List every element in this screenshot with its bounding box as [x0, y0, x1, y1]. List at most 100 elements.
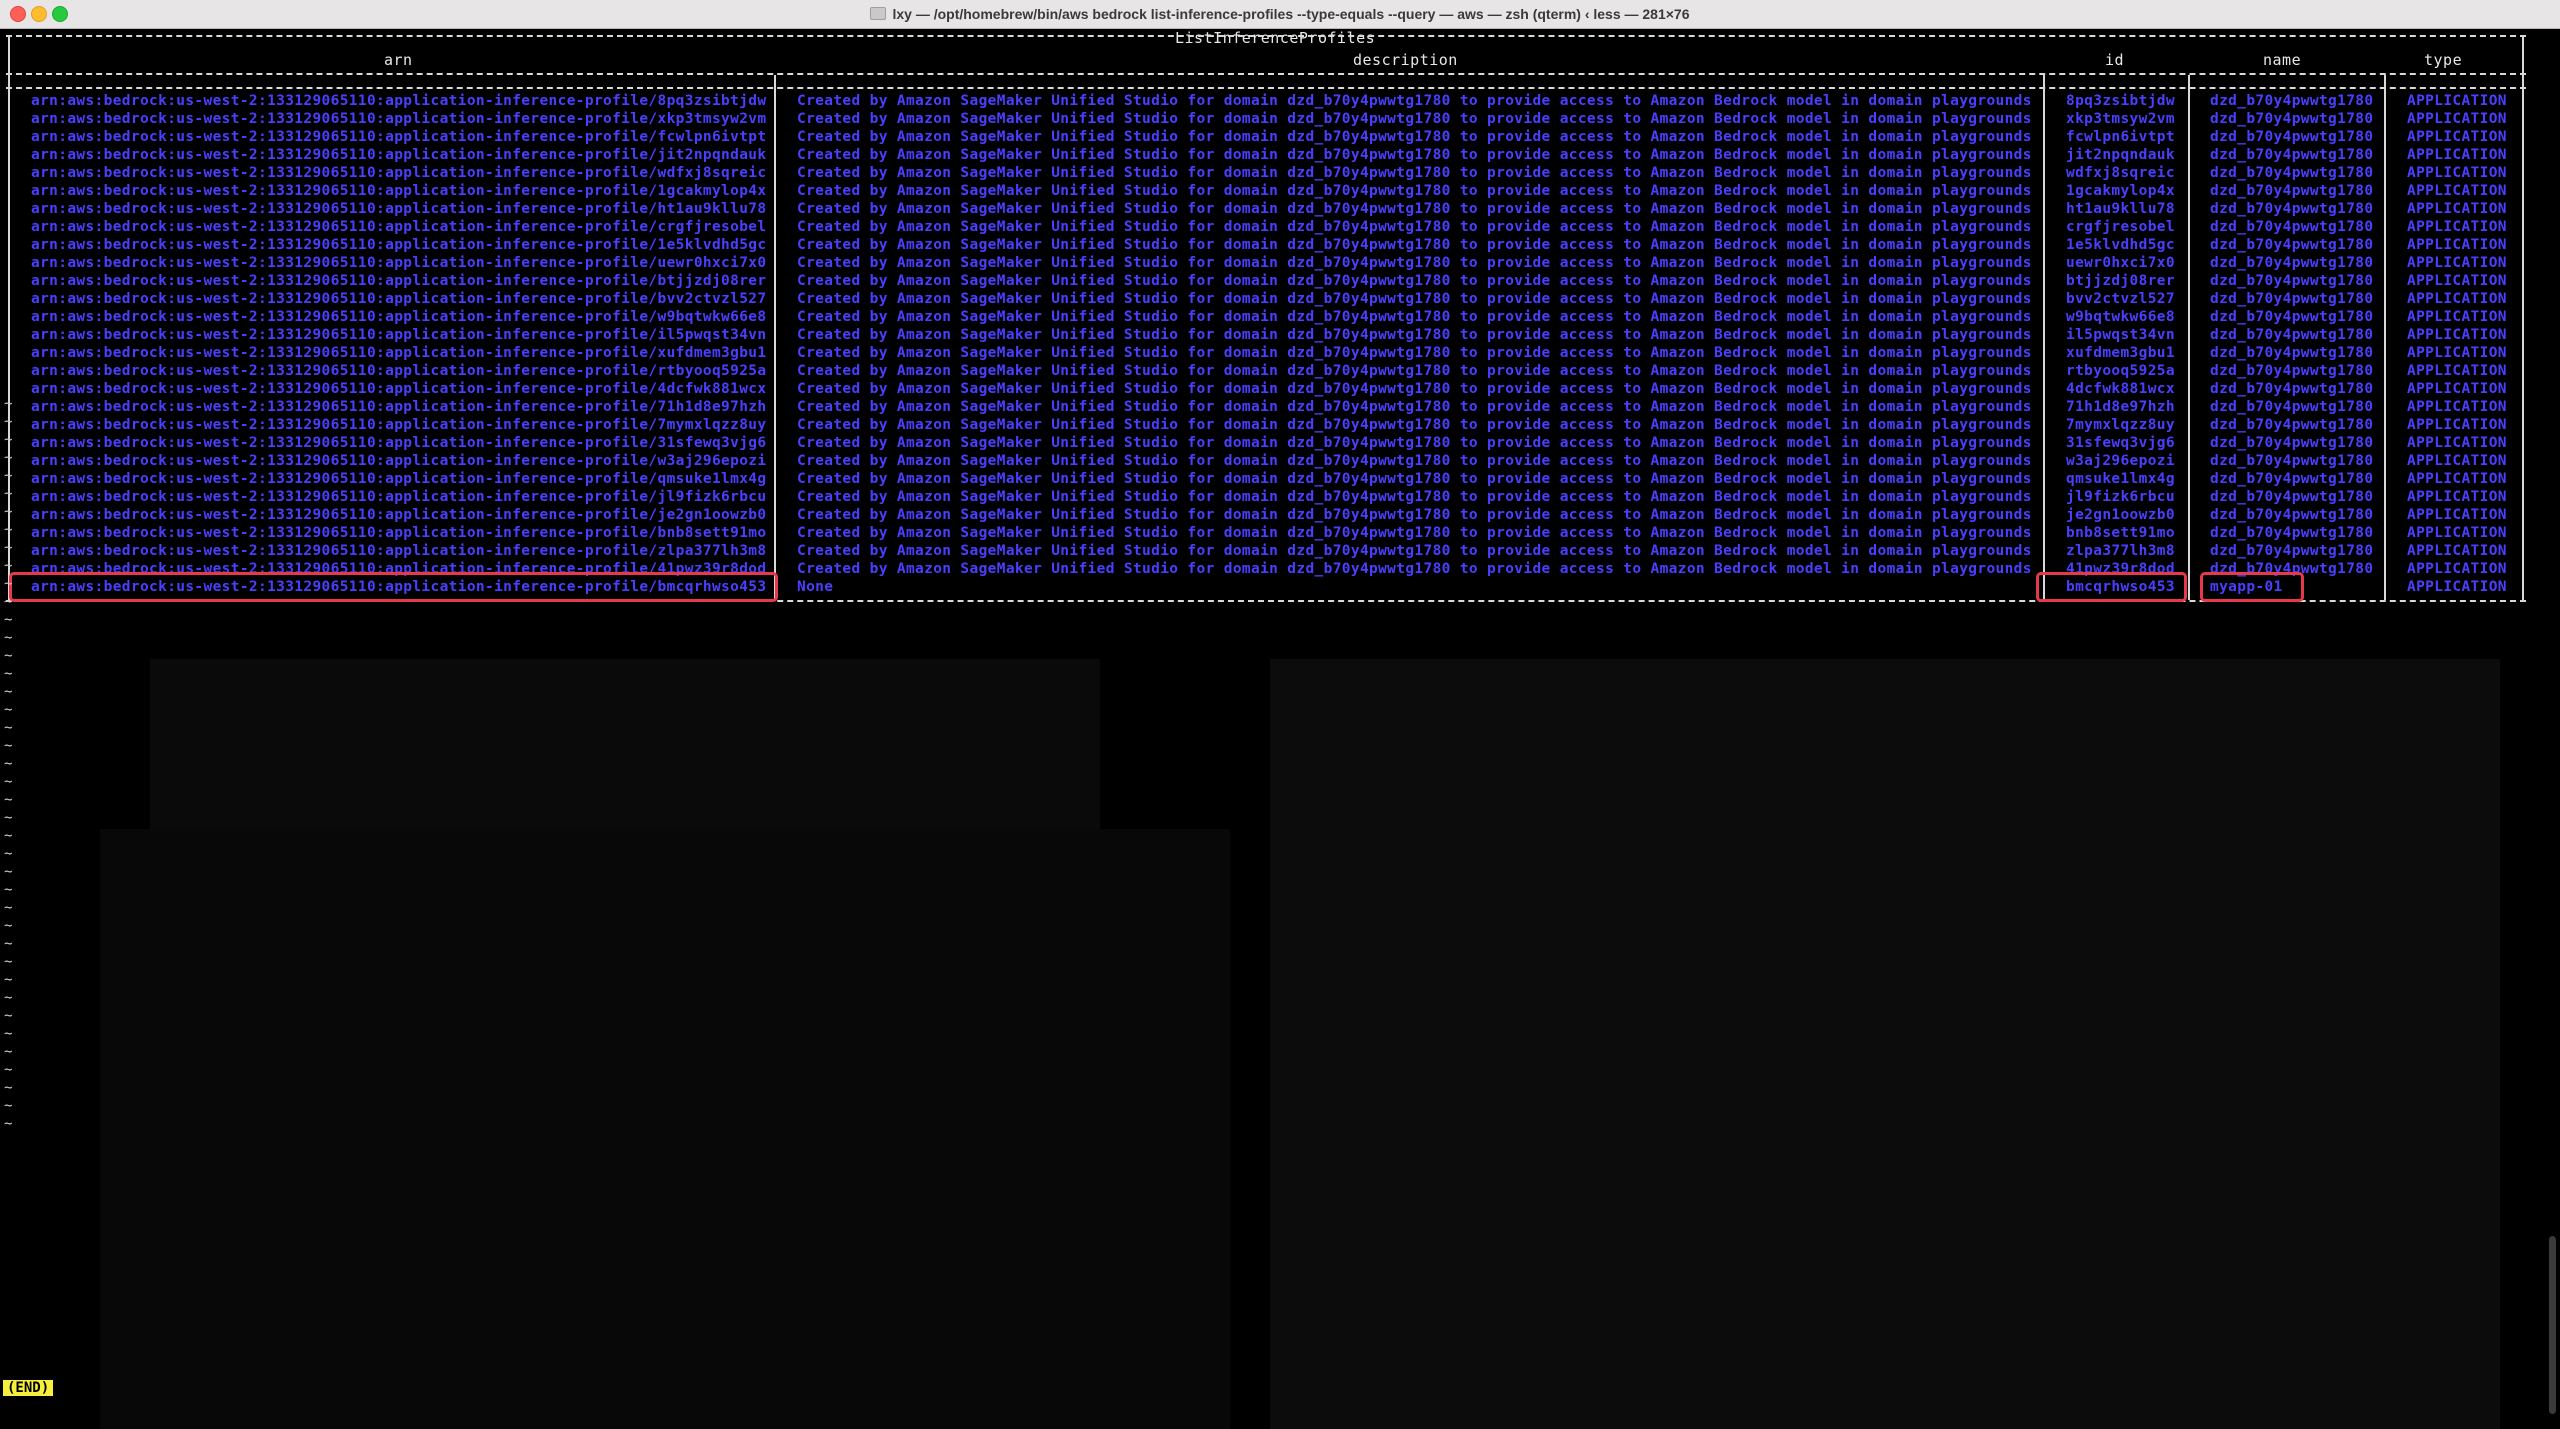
table-cell-arn: arn:aws:bedrock:us-west-2:133129065110:a… [31, 471, 767, 487]
table-cell-arn: arn:aws:bedrock:us-west-2:133129065110:a… [31, 525, 767, 541]
table-cell-name: dzd_b70y4pwwtg1780 [2210, 255, 2374, 271]
table-cell-description: Created by Amazon SageMaker Unified Stud… [797, 93, 2032, 109]
pager-tilde: ~ [4, 1008, 13, 1024]
table-cell-type: APPLICATION [2407, 525, 2507, 541]
column-header-type: type [2424, 51, 2463, 69]
table-cell-type: APPLICATION [2407, 363, 2507, 379]
folder-icon [870, 7, 887, 20]
table-cell-arn: arn:aws:bedrock:us-west-2:133129065110:a… [31, 165, 767, 181]
table-cell-description: Created by Amazon SageMaker Unified Stud… [797, 183, 2032, 199]
terminal-scrollbar[interactable] [2549, 1236, 2556, 1414]
table-cell-description: Created by Amazon SageMaker Unified Stud… [797, 417, 2032, 433]
table-cell-description: Created by Amazon SageMaker Unified Stud… [797, 327, 2032, 343]
table-cell-description: Created by Amazon SageMaker Unified Stud… [797, 399, 2032, 415]
pager-tilde: ~ [4, 1026, 13, 1042]
table-cell-type: APPLICATION [2407, 255, 2507, 271]
table-cell-description: Created by Amazon SageMaker Unified Stud… [797, 237, 2032, 253]
table-cell-name: dzd_b70y4pwwtg1780 [2210, 183, 2374, 199]
table-cell-name: dzd_b70y4pwwtg1780 [2210, 489, 2374, 505]
pager-tilde: ~ [4, 1044, 13, 1060]
table-cell-arn: arn:aws:bedrock:us-west-2:133129065110:a… [31, 111, 767, 127]
table-cell-description: Created by Amazon SageMaker Unified Stud… [797, 363, 2032, 379]
table-cell-type: APPLICATION [2407, 489, 2507, 505]
table-cell-type: APPLICATION [2407, 435, 2507, 451]
pager-tilde: ~ [4, 468, 13, 484]
pager-tilde: ~ [4, 1062, 13, 1078]
table-cell-type: APPLICATION [2407, 381, 2507, 397]
table-cell-arn: arn:aws:bedrock:us-west-2:133129065110:a… [31, 309, 767, 325]
background-shadow [1270, 659, 2500, 1429]
table-cell-id: qmsuke1lmx4g [2066, 471, 2175, 487]
table-cell-name: dzd_b70y4pwwtg1780 [2210, 363, 2374, 379]
table-cell-name: dzd_b70y4pwwtg1780 [2210, 435, 2374, 451]
table-cell-name: dzd_b70y4pwwtg1780 [2210, 147, 2374, 163]
pager-tilde: ~ [4, 432, 13, 448]
table-cell-type: APPLICATION [2407, 273, 2507, 289]
pager-tilde: ~ [4, 918, 13, 934]
pager-tilde: ~ [4, 540, 13, 556]
pager-tilde: ~ [4, 900, 13, 916]
table-cell-name: dzd_b70y4pwwtg1780 [2210, 327, 2374, 343]
column-header-id: id [2105, 51, 2125, 69]
table-cell-arn: arn:aws:bedrock:us-west-2:133129065110:a… [31, 345, 767, 361]
pager-tilde: ~ [4, 990, 13, 1006]
table-cell-type: APPLICATION [2407, 453, 2507, 469]
table-cell-type: APPLICATION [2407, 183, 2507, 199]
table-cell-id: 1gcakmylop4x [2066, 183, 2175, 199]
table-cell-id: bnb8sett91mo [2066, 525, 2175, 541]
table-cell-name: dzd_b70y4pwwtg1780 [2210, 219, 2374, 235]
table-cell-name: dzd_b70y4pwwtg1780 [2210, 381, 2374, 397]
table-cell-type: APPLICATION [2407, 579, 2507, 595]
table-cell-description: Created by Amazon SageMaker Unified Stud… [797, 453, 2032, 469]
pager-tilde: ~ [4, 972, 13, 988]
pager-tilde: ~ [4, 414, 13, 430]
table-cell-id: w9bqtwkw66e8 [2066, 309, 2175, 325]
table-cell-type: APPLICATION [2407, 147, 2507, 163]
table-cell-description: Created by Amazon SageMaker Unified Stud… [797, 129, 2032, 145]
table-cell-id: wdfxj8sqreic [2066, 165, 2175, 181]
table-cell-arn: arn:aws:bedrock:us-west-2:133129065110:a… [31, 201, 767, 217]
pager-tilde: ~ [4, 1098, 13, 1114]
pager-tilde: ~ [4, 486, 13, 502]
pager-tilde: ~ [4, 756, 13, 772]
table-cell-id: xkp3tmsyw2vm [2066, 111, 2175, 127]
table-cell-name: dzd_b70y4pwwtg1780 [2210, 111, 2374, 127]
column-header-name: name [2263, 51, 2302, 69]
table-cell-name: dzd_b70y4pwwtg1780 [2210, 165, 2374, 181]
table-cell-type: APPLICATION [2407, 309, 2507, 325]
table-cell-description: Created by Amazon SageMaker Unified Stud… [797, 489, 2032, 505]
table-cell-arn: arn:aws:bedrock:us-west-2:133129065110:a… [31, 237, 767, 253]
pager-tilde: ~ [4, 738, 13, 754]
table-cell-arn: arn:aws:bedrock:us-west-2:133129065110:a… [31, 183, 767, 199]
table-cell-type: APPLICATION [2407, 201, 2507, 217]
table-cell-arn: arn:aws:bedrock:us-west-2:133129065110:a… [31, 363, 767, 379]
table-border [6, 87, 2526, 89]
table-cell-id: 4dcfwk881wcx [2066, 381, 2175, 397]
table-cell-id: je2gn1oowzb0 [2066, 507, 2175, 523]
table-cell-description: Created by Amazon SageMaker Unified Stud… [797, 309, 2032, 325]
table-title: ListInferenceProfiles [1175, 29, 1376, 47]
background-shadow [150, 659, 1100, 829]
table-cell-type: APPLICATION [2407, 291, 2507, 307]
window-title-text: lxy — /opt/homebrew/bin/aws bedrock list… [892, 6, 1690, 22]
table-cell-arn: arn:aws:bedrock:us-west-2:133129065110:a… [31, 543, 767, 559]
table-cell-id: 1e5klvdhd5gc [2066, 237, 2175, 253]
table-cell-name: dzd_b70y4pwwtg1780 [2210, 417, 2374, 433]
table-cell-description: Created by Amazon SageMaker Unified Stud… [797, 273, 2032, 289]
table-cell-description: Created by Amazon SageMaker Unified Stud… [797, 543, 2032, 559]
table-cell-description: Created by Amazon SageMaker Unified Stud… [797, 147, 2032, 163]
table-cell-type: APPLICATION [2407, 111, 2507, 127]
pager-tilde: ~ [4, 612, 13, 628]
column-divider [2384, 75, 2386, 600]
table-cell-id: 8pq3zsibtjdw [2066, 93, 2175, 109]
table-cell-name: dzd_b70y4pwwtg1780 [2210, 129, 2374, 145]
pager-end-prompt: (END) [3, 1380, 54, 1396]
table-cell-name: dzd_b70y4pwwtg1780 [2210, 345, 2374, 361]
table-cell-id: ht1au9kllu78 [2066, 201, 2175, 217]
table-cell-type: APPLICATION [2407, 129, 2507, 145]
terminal-area[interactable]: ListInferenceProfiles arn description id… [0, 29, 2560, 1429]
table-cell-id: rtbyooq5925a [2066, 363, 2175, 379]
table-cell-type: APPLICATION [2407, 471, 2507, 487]
table-cell-name: dzd_b70y4pwwtg1780 [2210, 507, 2374, 523]
pager-tilde: ~ [4, 648, 13, 664]
